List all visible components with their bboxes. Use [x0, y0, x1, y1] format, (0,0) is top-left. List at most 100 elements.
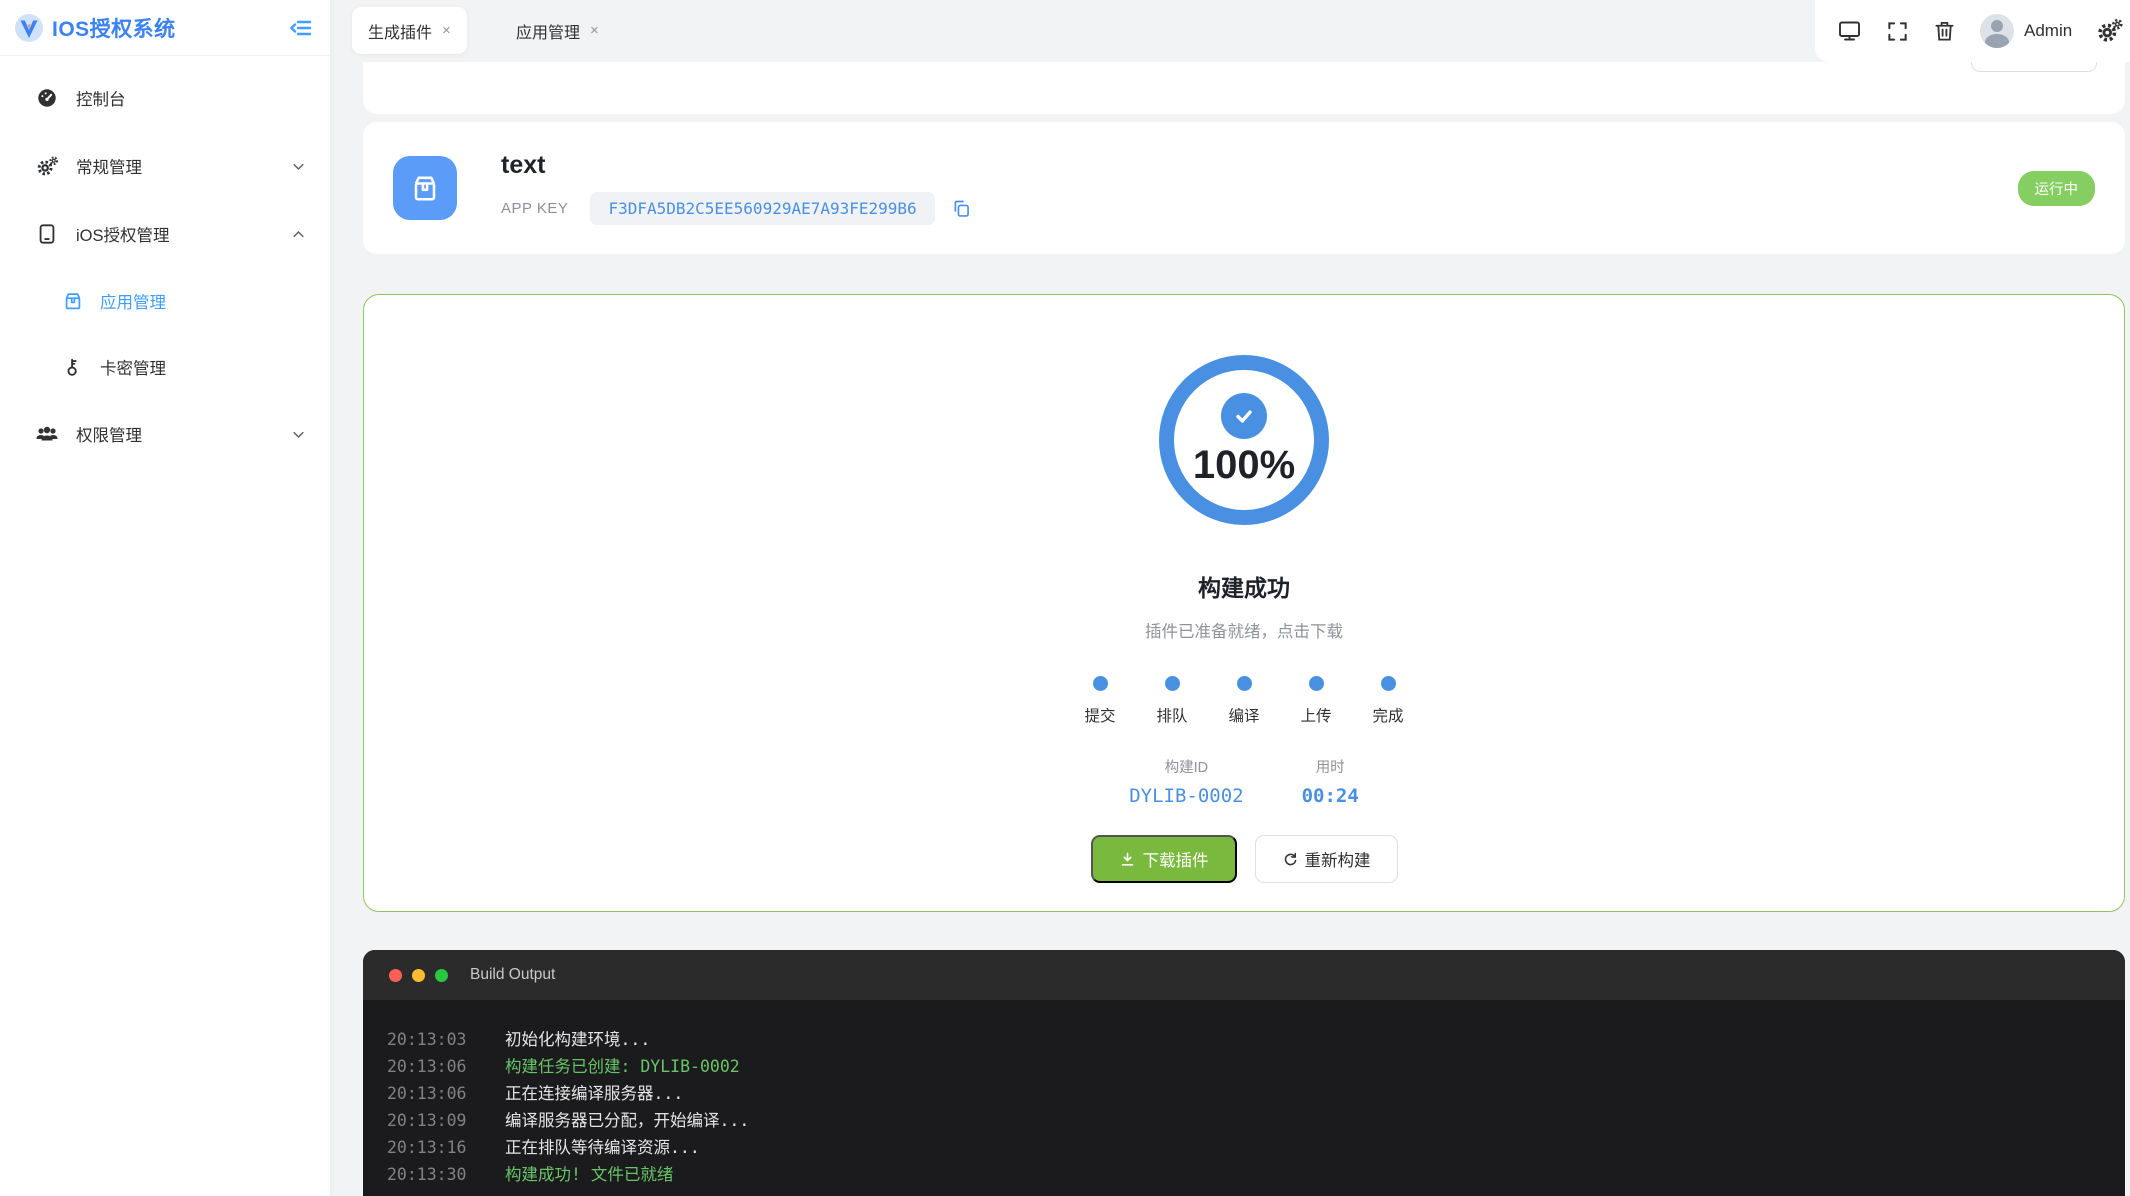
status-badge: 运行中: [2017, 170, 2095, 206]
dashboard-gauge-icon: [34, 87, 60, 109]
settings-gear-icon[interactable]: [2096, 18, 2123, 45]
step-dot: [1380, 676, 1396, 691]
app-name: text: [501, 151, 546, 179]
log-text: 构建任务已创建: DYLIB-0002: [505, 1057, 740, 1076]
log-timestamp: 20:13:16: [387, 1138, 467, 1157]
build-actions: 下载插件 重新构建: [1090, 835, 1398, 883]
log-text: 正在排队等待编译资源...: [505, 1138, 700, 1157]
duration-label: 用时: [1315, 760, 1345, 776]
step-label: 完成: [1372, 708, 1404, 725]
sidebar-item-general-management[interactable]: 常规管理: [0, 132, 330, 200]
log-text: 正在连接编译服务器...: [505, 1084, 684, 1103]
build-status-subtitle: 插件已准备就绪，点击下载: [1145, 623, 1343, 641]
main-content: text APP KEY F3DFA5DB2C5EE560929AE7A93FE…: [330, 0, 2130, 1196]
build-id-label: 构建ID: [1164, 760, 1209, 776]
sidebar-item-app-management[interactable]: 应用管理: [0, 268, 330, 334]
users-group-icon: [34, 422, 60, 446]
refresh-icon: [1282, 851, 1299, 868]
package-bag-icon: [60, 290, 86, 312]
trash-icon[interactable]: [1933, 19, 1956, 43]
step-label: 编译: [1228, 708, 1260, 725]
log-timestamp: 20:13:06: [387, 1057, 467, 1076]
build-step: 编译: [1208, 676, 1280, 726]
app-package-icon: [393, 156, 457, 220]
step-dot: [1164, 676, 1180, 691]
traffic-light-red-icon: [389, 968, 402, 982]
duration-value: 00:24: [1301, 785, 1359, 807]
step-label: 提交: [1084, 708, 1116, 725]
duration-block: 用时 00:24: [1302, 756, 1359, 807]
step-dot: [1308, 676, 1324, 691]
step-dot: [1236, 676, 1252, 691]
copy-icon[interactable]: [951, 198, 972, 219]
log-timestamp: 20:13:09: [387, 1111, 467, 1130]
chevron-down-icon: [291, 427, 306, 442]
download-label: 下载插件: [1142, 852, 1209, 870]
step-label: 上传: [1300, 708, 1332, 725]
log-line: 20:13:16 正在排队等待编译资源...: [387, 1134, 2125, 1161]
build-step: 完成: [1352, 676, 1424, 726]
build-output-terminal: Build Output 20:13:03 初始化构建环境... 20:13:0…: [363, 950, 2125, 1196]
sidebar-item-ios-auth-management[interactable]: iOS授权管理: [0, 200, 330, 268]
gears-icon: [34, 155, 60, 178]
build-id-value: DYLIB-0002: [1129, 785, 1244, 807]
log-timestamp: 20:13:30: [387, 1165, 467, 1184]
sidebar-collapse-icon[interactable]: [290, 19, 312, 37]
app-key-row: APP KEY F3DFA5DB2C5EE560929AE7A93FE299B6: [501, 192, 2018, 225]
chevron-down-icon: [291, 159, 306, 174]
rebuild-label: 重新构建: [1304, 852, 1371, 870]
app-info-card: text APP KEY F3DFA5DB2C5EE560929AE7A93FE…: [363, 122, 2125, 254]
build-step: 提交: [1064, 676, 1136, 726]
step-label: 排队: [1156, 708, 1188, 725]
sidebar-item-dashboard[interactable]: 控制台: [0, 64, 330, 132]
sidebar-item-label: 控制台: [76, 91, 126, 109]
log-text: 编译服务器已分配，开始编译...: [505, 1111, 750, 1130]
sidebar-item-label: iOS授权管理: [76, 227, 170, 245]
build-step: 上传: [1280, 676, 1352, 726]
monitor-icon[interactable]: [1837, 19, 1862, 43]
user-name[interactable]: Admin: [2024, 21, 2072, 41]
log-timestamp: 20:13:06: [387, 1084, 467, 1103]
build-result-panel: 100% 构建成功 插件已准备就绪，点击下载 提交 排队 编译 上传 完成 构建…: [363, 294, 2125, 912]
fullscreen-icon[interactable]: [1886, 20, 1909, 43]
log-line: 20:13:03 初始化构建环境...: [387, 1026, 2125, 1053]
app-title: IOS授权系统: [52, 17, 176, 41]
traffic-light-green-icon: [435, 968, 448, 982]
rebuild-button[interactable]: 重新构建: [1254, 835, 1398, 883]
log-text: 初始化构建环境...: [505, 1030, 651, 1049]
key-icon: [60, 356, 86, 378]
download-icon: [1119, 851, 1136, 868]
log-line: 20:13:09 编译服务器已分配，开始编译...: [387, 1107, 2125, 1134]
tablet-icon: [34, 223, 60, 245]
traffic-light-yellow-icon: [412, 968, 425, 982]
build-status-title: 构建成功: [1198, 575, 1290, 601]
log-line: 20:13:06 正在连接编译服务器...: [387, 1080, 2125, 1107]
build-id-block: 构建ID DYLIB-0002: [1129, 756, 1243, 807]
sidebar-item-label: 常规管理: [76, 159, 142, 177]
app-key-label: APP KEY: [501, 200, 569, 217]
build-step: 排队: [1136, 676, 1208, 726]
app-logo-icon: [14, 13, 44, 43]
terminal-header: Build Output: [363, 950, 2125, 1000]
progress-ring: 100%: [1159, 355, 1329, 525]
log-timestamp: 20:13:03: [387, 1030, 467, 1049]
app-key-value: F3DFA5DB2C5EE560929AE7A93FE299B6: [590, 192, 935, 225]
sidebar-menu: 控制台 常规管理 iOS授权管理 应用管理 卡密管理 权限管理: [0, 56, 330, 468]
log-line: 20:13:30 构建成功! 文件已就绪: [387, 1161, 2125, 1188]
sidebar-item-label: 权限管理: [76, 427, 142, 445]
sidebar: IOS授权系统 控制台 常规管理 iOS授权管理 应用管理 卡密管理 权限管理: [0, 0, 330, 1196]
user-avatar[interactable]: [1980, 14, 2014, 48]
app-info: text APP KEY F3DFA5DB2C5EE560929AE7A93FE…: [501, 151, 2018, 225]
sidebar-item-permission-management[interactable]: 权限管理: [0, 400, 330, 468]
download-plugin-button[interactable]: 下载插件: [1090, 835, 1237, 883]
terminal-body: 20:13:03 初始化构建环境... 20:13:06 构建任务已创建: DY…: [363, 1000, 2125, 1188]
sidebar-item-card-key-management[interactable]: 卡密管理: [0, 334, 330, 400]
sidebar-item-label: 应用管理: [100, 294, 166, 312]
step-dot: [1092, 676, 1108, 691]
build-steps: 提交 排队 编译 上传 完成: [1064, 676, 1424, 726]
build-meta: 构建ID DYLIB-0002 用时 00:24: [1129, 756, 1359, 807]
log-text: 构建成功! 文件已就绪: [505, 1165, 674, 1184]
sidebar-item-label: 卡密管理: [100, 360, 166, 378]
check-icon: [1221, 392, 1267, 439]
chevron-up-icon: [291, 227, 306, 242]
